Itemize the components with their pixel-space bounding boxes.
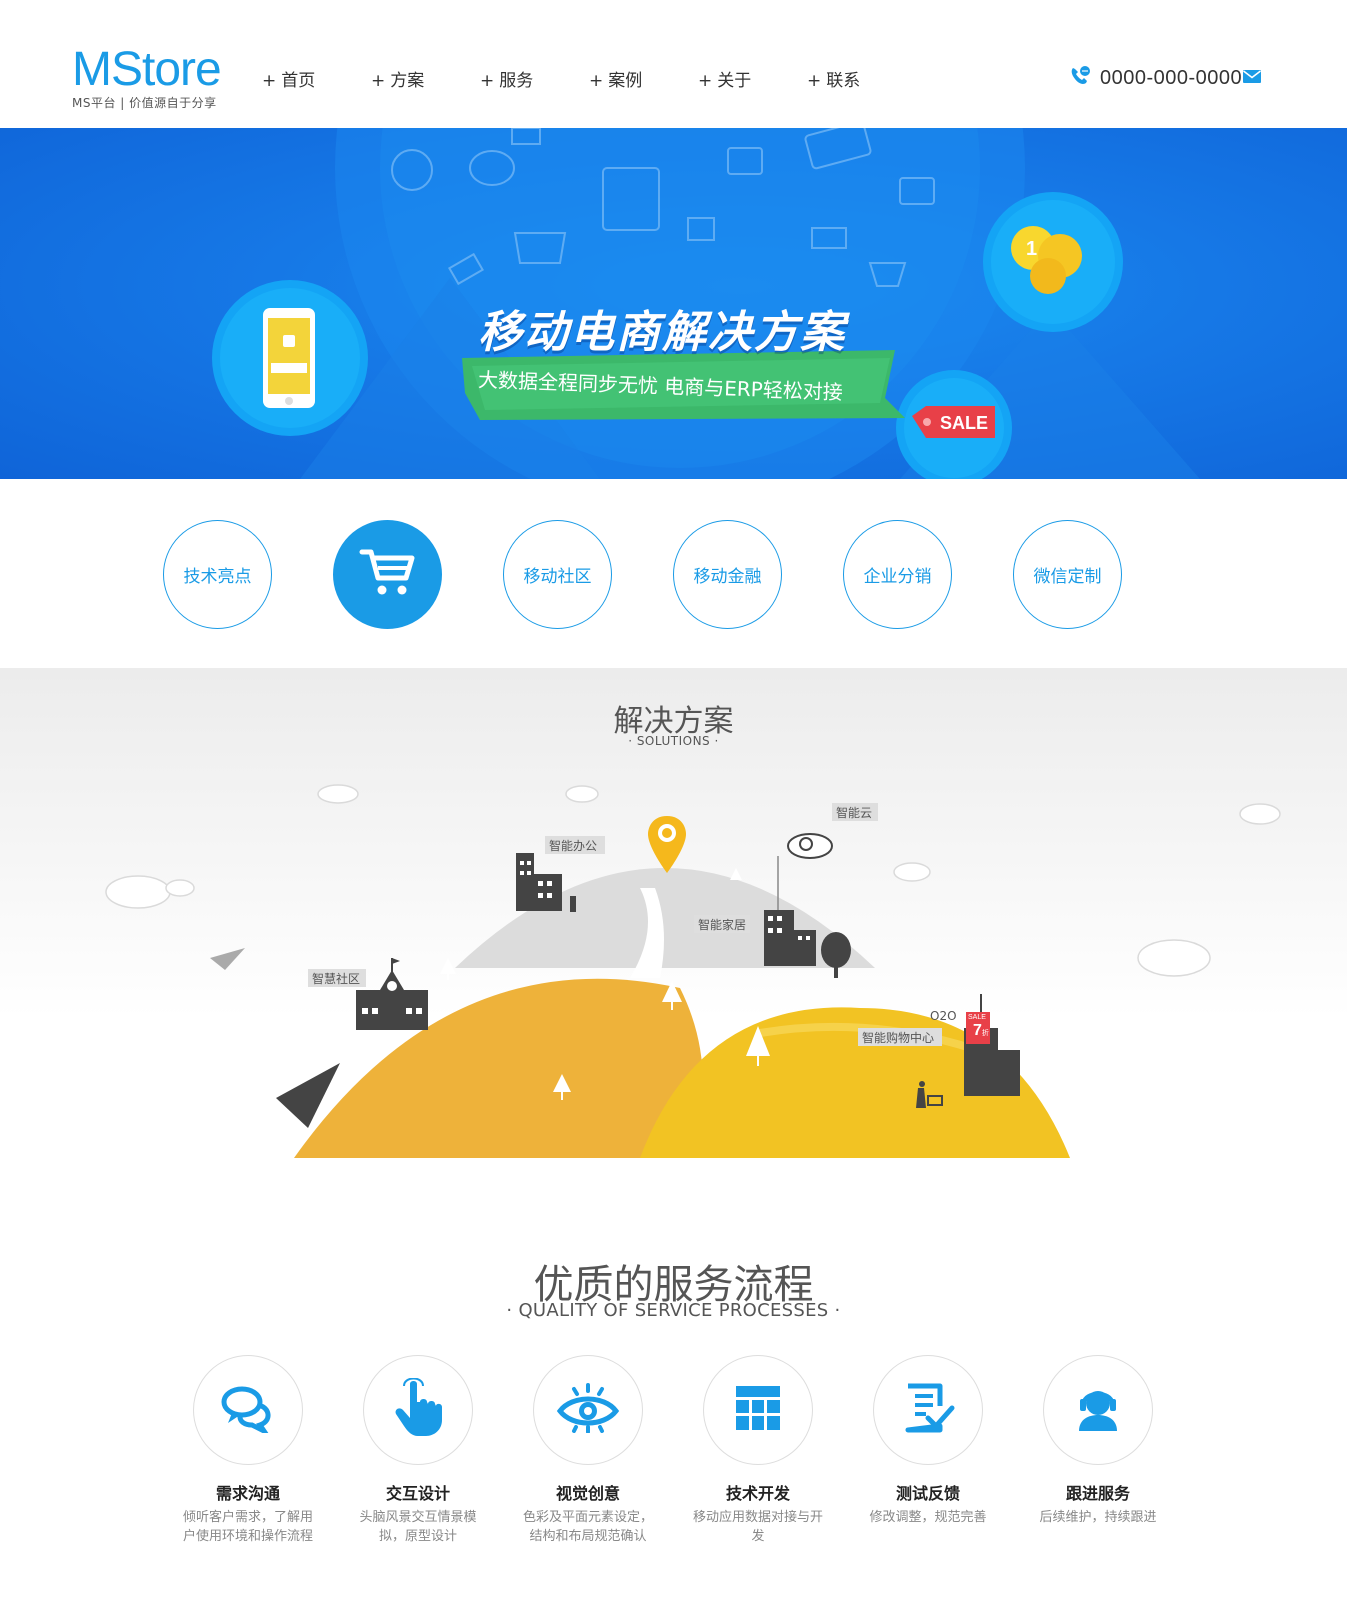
eye-icon <box>556 1383 620 1437</box>
category-enterprise-distribution[interactable]: 企业分销 <box>843 520 952 629</box>
nav-plus: + <box>807 71 822 91</box>
nav-item-contact[interactable]: + 联系 <box>807 66 916 92</box>
category-label: 微信定制 <box>1033 567 1102 587</box>
nav-item-about[interactable]: + 关于 <box>698 66 807 92</box>
step-desc: 修改调整，规范完善 <box>869 1510 987 1525</box>
step-title: 跟进服务 <box>1065 1484 1130 1503</box>
nav-label: 首页 <box>281 71 316 91</box>
svg-text:1: 1 <box>1026 238 1037 260</box>
mall-discount: 7折 <box>973 1022 989 1040</box>
label-smart-office: 智能办公 <box>549 839 598 853</box>
label-smart-home: 智能家居 <box>698 918 747 932</box>
category-tech-highlights[interactable]: 技术亮点 <box>163 520 272 629</box>
grid-table-icon <box>735 1385 781 1435</box>
category-label: 移动社区 <box>523 567 592 587</box>
support-agent-icon <box>1073 1383 1123 1437</box>
category-mobile-community[interactable]: 移动社区 <box>503 520 612 629</box>
process-subtitle: · QUALITY OF SERVICE PROCESSES · <box>506 1300 841 1321</box>
nav-plus: + <box>371 71 386 91</box>
nav-plus: + <box>698 71 713 91</box>
step-title: 需求沟通 <box>215 1484 280 1503</box>
checklist-icon <box>900 1382 956 1438</box>
step-desc: 色彩及平面元素设定，结构和布局规范确认 <box>522 1510 653 1544</box>
mall-sale-sign: SALE <box>968 1014 986 1021</box>
step-icon-circle <box>873 1355 983 1465</box>
label-smart-community: 智慧社区 <box>312 972 361 986</box>
mall-discount-value: 7 <box>973 1022 982 1039</box>
step-icon-circle <box>193 1355 303 1465</box>
site-header: MStore MS平台 | 价值源自于分享 + 首页 + 方案 + 服务 + 案例 + 关… <box>0 0 1347 128</box>
step-desc: 后续维护，持续跟进 <box>1039 1510 1157 1525</box>
step-desc: 移动应用数据对接与开发 <box>692 1510 823 1544</box>
nav-item-cases[interactable]: + 案例 <box>589 66 698 92</box>
nav-plus: + <box>262 71 277 91</box>
nav-item-home[interactable]: + 首页 <box>262 66 371 92</box>
nav-item-services[interactable]: + 服务 <box>480 66 589 92</box>
step-icon-circle <box>533 1355 643 1465</box>
main-nav: + 首页 + 方案 + 服务 + 案例 + 关于 + 联系 <box>262 66 916 92</box>
hand-touch-icon <box>390 1377 446 1442</box>
step-follow-up-service[interactable]: 跟进服务 后续维护，持续跟进 <box>1018 1355 1178 1527</box>
step-title: 测试反馈 <box>895 1484 960 1503</box>
sale-tag: SALE <box>940 413 989 433</box>
step-visual-creative[interactable]: 视觉创意 色彩及平面元素设定，结构和布局规范确认 <box>508 1355 668 1546</box>
logo-slogan: MS平台 | 价值源自于分享 <box>72 96 217 110</box>
nav-label: 方案 <box>390 71 425 91</box>
phone-icon <box>1068 64 1092 92</box>
step-interaction-design[interactable]: 交互设计 头脑风景交互情景模拟，原型设计 <box>338 1355 498 1546</box>
solutions-section: 解决方案 · SOLUTIONS · 智能办公 智能云 智能家居 智慧社区 O2… <box>0 668 1347 1168</box>
cart-icon <box>358 546 418 603</box>
nav-plus: + <box>480 71 495 91</box>
step-testing-feedback[interactable]: 测试反馈 修改调整，规范完善 <box>848 1355 1008 1527</box>
step-tech-development[interactable]: 技术开发 移动应用数据对接与开发 <box>678 1355 838 1546</box>
step-title: 交互设计 <box>385 1484 450 1503</box>
step-title: 视觉创意 <box>555 1484 620 1503</box>
header-contact: 0000-000-0000 <box>1068 64 1262 92</box>
category-label: 技术亮点 <box>183 567 252 587</box>
nav-label: 服务 <box>499 71 534 91</box>
category-circles: 技术亮点 移动社区 移动金融 企业分销 微信定制 <box>163 520 1263 630</box>
nav-item-solutions[interactable]: + 方案 <box>371 66 480 92</box>
hero-banner: 1 移动电商解决方案 大数据全程同步无忧 电商与ERP轻松对接 SALE <box>0 128 1347 479</box>
label-smart-mall: 智能购物中心 <box>862 1031 935 1045</box>
label-smart-cloud: 智能云 <box>836 806 873 820</box>
mail-icon[interactable] <box>1242 68 1262 88</box>
phone-number: 0000-000-0000 <box>1100 66 1243 89</box>
step-icon-circle <box>703 1355 813 1465</box>
solutions-illustration <box>105 784 1281 1158</box>
step-desc: 倾听客户需求，了解用户使用环境和操作流程 <box>182 1510 313 1544</box>
step-icon-circle <box>363 1355 473 1465</box>
label-o2o: O2O <box>930 1009 957 1023</box>
category-label: 移动金融 <box>693 567 762 587</box>
step-requirements[interactable]: 需求沟通 倾听客户需求，了解用户使用环境和操作流程 <box>168 1355 328 1546</box>
banner-title: 移动电商解决方案 <box>478 307 846 358</box>
step-title: 技术开发 <box>725 1484 790 1503</box>
nav-plus: + <box>589 71 604 91</box>
category-cart[interactable] <box>333 520 442 629</box>
category-mobile-finance[interactable]: 移动金融 <box>673 520 782 629</box>
logo-name: MStore <box>72 43 222 96</box>
step-desc: 头脑风景交互情景模拟，原型设计 <box>359 1510 477 1544</box>
chat-bubbles-icon <box>220 1383 276 1438</box>
category-wechat-custom[interactable]: 微信定制 <box>1013 520 1122 629</box>
site-logo[interactable]: MStore MS平台 | 价值源自于分享 <box>72 43 242 111</box>
mall-discount-unit: 折 <box>981 1030 989 1037</box>
nav-label: 案例 <box>608 71 643 91</box>
step-icon-circle <box>1043 1355 1153 1465</box>
nav-label: 关于 <box>717 71 752 91</box>
category-label: 企业分销 <box>863 567 932 587</box>
nav-label: 联系 <box>826 71 861 91</box>
process-steps: 需求沟通 倾听客户需求，了解用户使用环境和操作流程 交互设计 头脑风景交互情景模… <box>0 1355 1347 1555</box>
